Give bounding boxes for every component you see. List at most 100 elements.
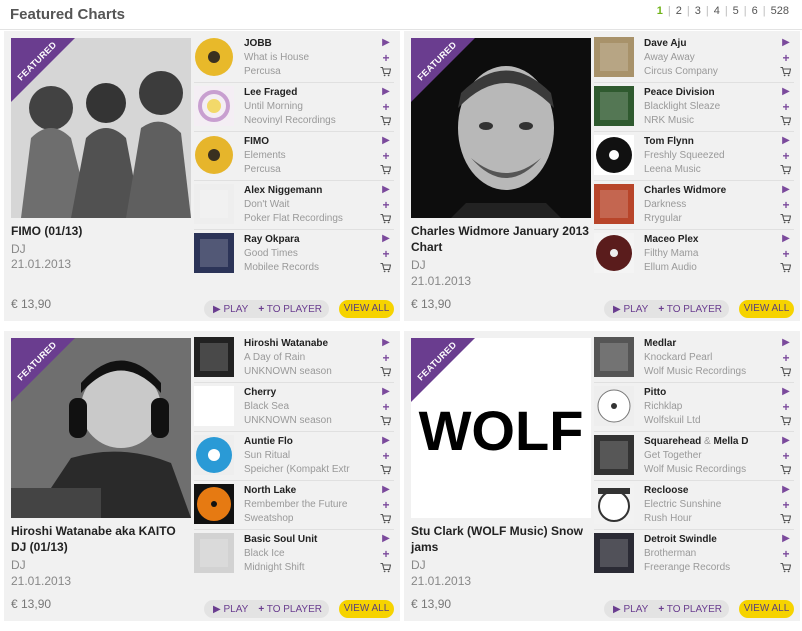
track-title[interactable]: Get Together [644, 449, 772, 463]
track-label[interactable]: Leena Music [644, 163, 772, 177]
plus-icon[interactable]: + [780, 150, 792, 162]
track-artist[interactable]: Medlar [644, 338, 676, 349]
plus-icon[interactable]: + [380, 150, 392, 162]
track-artist[interactable]: Detroit Swindle [644, 534, 717, 545]
to-player-button[interactable]: + TO PLAYER [258, 604, 322, 615]
page-link-528[interactable]: 528 [766, 5, 794, 17]
page-link-2[interactable]: 2 [671, 5, 687, 17]
plus-icon[interactable]: + [780, 199, 792, 211]
track-title[interactable]: Blacklight Sleaze [644, 100, 772, 114]
track-artist[interactable]: Pitto [644, 387, 666, 398]
cart-icon[interactable] [780, 66, 792, 78]
track-cover[interactable] [194, 435, 234, 475]
track-artist[interactable]: Squarehead [644, 436, 701, 447]
track-cover[interactable] [594, 337, 634, 377]
track-artist[interactable]: Tom Flynn [644, 136, 694, 147]
page-link-6[interactable]: 6 [747, 5, 763, 17]
plus-icon[interactable]: + [380, 101, 392, 113]
track-label[interactable]: Percusa [244, 65, 372, 79]
plus-icon[interactable]: + [380, 548, 392, 560]
track-cover[interactable] [194, 533, 234, 573]
chart-title[interactable]: FIMO (01/13) [11, 223, 193, 239]
cart-icon[interactable] [380, 415, 392, 427]
view-all-button[interactable]: VIEW ALL [739, 300, 794, 318]
track-artist[interactable]: Recloose [644, 485, 688, 496]
cart-icon[interactable] [380, 513, 392, 525]
plus-icon[interactable]: + [380, 52, 392, 64]
play-icon[interactable]: ▶ [380, 484, 392, 496]
track-label[interactable]: Midnight Shift [244, 561, 372, 575]
track-cover[interactable] [594, 233, 634, 273]
chart-artwork[interactable]: FEATURED [411, 38, 591, 218]
view-all-button[interactable]: VIEW ALL [739, 600, 794, 618]
track-cover[interactable] [194, 86, 234, 126]
track-artist[interactable]: Cherry [244, 387, 276, 398]
track-title[interactable]: Good Times [244, 247, 372, 261]
track-label[interactable]: UNKNOWN season [244, 414, 372, 428]
play-icon[interactable]: ▶ [380, 86, 392, 98]
track-label[interactable]: Freerange Records [644, 561, 772, 575]
chart-title[interactable]: Hiroshi Watanabe aka KAITO DJ (01/13) [11, 523, 193, 555]
plus-icon[interactable]: + [380, 499, 392, 511]
play-icon[interactable]: ▶ [380, 533, 392, 545]
track-cover[interactable] [594, 37, 634, 77]
plus-icon[interactable]: + [380, 401, 392, 413]
play-icon[interactable]: ▶ [780, 386, 792, 398]
cart-icon[interactable] [780, 513, 792, 525]
track-artist[interactable]: North Lake [244, 485, 296, 496]
track-artist-2[interactable]: Mella D [713, 436, 748, 447]
track-title[interactable]: Electric Sunshine [644, 498, 772, 512]
track-cover[interactable] [194, 386, 234, 426]
track-title[interactable]: Filthy Mama [644, 247, 772, 261]
chart-artwork[interactable]: FEATURED [11, 38, 191, 218]
track-cover[interactable] [194, 37, 234, 77]
track-cover[interactable] [194, 184, 234, 224]
cart-icon[interactable] [380, 66, 392, 78]
plus-icon[interactable]: + [780, 248, 792, 260]
play-icon[interactable]: ▶ [380, 184, 392, 196]
track-label[interactable]: Ellum Audio [644, 261, 772, 275]
play-icon[interactable]: ▶ [780, 184, 792, 196]
track-title[interactable]: Until Morning [244, 100, 372, 114]
track-label[interactable]: Mobilee Records [244, 261, 372, 275]
track-title[interactable]: Don't Wait [244, 198, 372, 212]
plus-icon[interactable]: + [780, 450, 792, 462]
plus-icon[interactable]: + [780, 401, 792, 413]
play-icon[interactable]: ▶ [780, 233, 792, 245]
play-icon[interactable]: ▶ [380, 386, 392, 398]
track-artist[interactable]: Auntie Flo [244, 436, 293, 447]
track-label[interactable]: NRK Music [644, 114, 772, 128]
track-title[interactable]: Black Sea [244, 400, 372, 414]
track-cover[interactable] [194, 233, 234, 273]
track-artist[interactable]: Hiroshi Watanabe [244, 338, 328, 349]
cart-icon[interactable] [780, 366, 792, 378]
cart-icon[interactable] [380, 464, 392, 476]
track-title[interactable]: Freshly Squeezed [644, 149, 772, 163]
chart-title[interactable]: Charles Widmore January 2013 Chart [411, 223, 593, 255]
track-title[interactable]: A Day of Rain [244, 351, 372, 365]
track-title[interactable]: Black Ice [244, 547, 372, 561]
track-title[interactable]: Knockard Pearl [644, 351, 772, 365]
chart-artwork[interactable]: FEATURED [11, 338, 191, 518]
plus-icon[interactable]: + [380, 248, 392, 260]
track-title[interactable]: Darkness [644, 198, 772, 212]
track-cover[interactable] [594, 484, 634, 524]
plus-icon[interactable]: + [780, 101, 792, 113]
cart-icon[interactable] [380, 213, 392, 225]
track-artist[interactable]: Dave Aju [644, 38, 686, 49]
track-title[interactable]: What is House [244, 51, 372, 65]
cart-icon[interactable] [780, 262, 792, 274]
track-cover[interactable] [594, 386, 634, 426]
track-title[interactable]: Brotherman [644, 547, 772, 561]
track-cover[interactable] [594, 184, 634, 224]
play-button[interactable]: ▶ PLAY [604, 604, 658, 615]
page-link-5[interactable]: 5 [728, 5, 744, 17]
view-all-button[interactable]: VIEW ALL [339, 600, 394, 618]
cart-icon[interactable] [380, 115, 392, 127]
track-cover[interactable] [594, 135, 634, 175]
track-label[interactable]: Sweatshop [244, 512, 372, 526]
track-artist[interactable]: Alex Niggemann [244, 185, 322, 196]
play-icon[interactable]: ▶ [780, 484, 792, 496]
track-title[interactable]: Rembember the Future [244, 498, 372, 512]
play-button[interactable]: ▶ PLAY [604, 304, 658, 315]
